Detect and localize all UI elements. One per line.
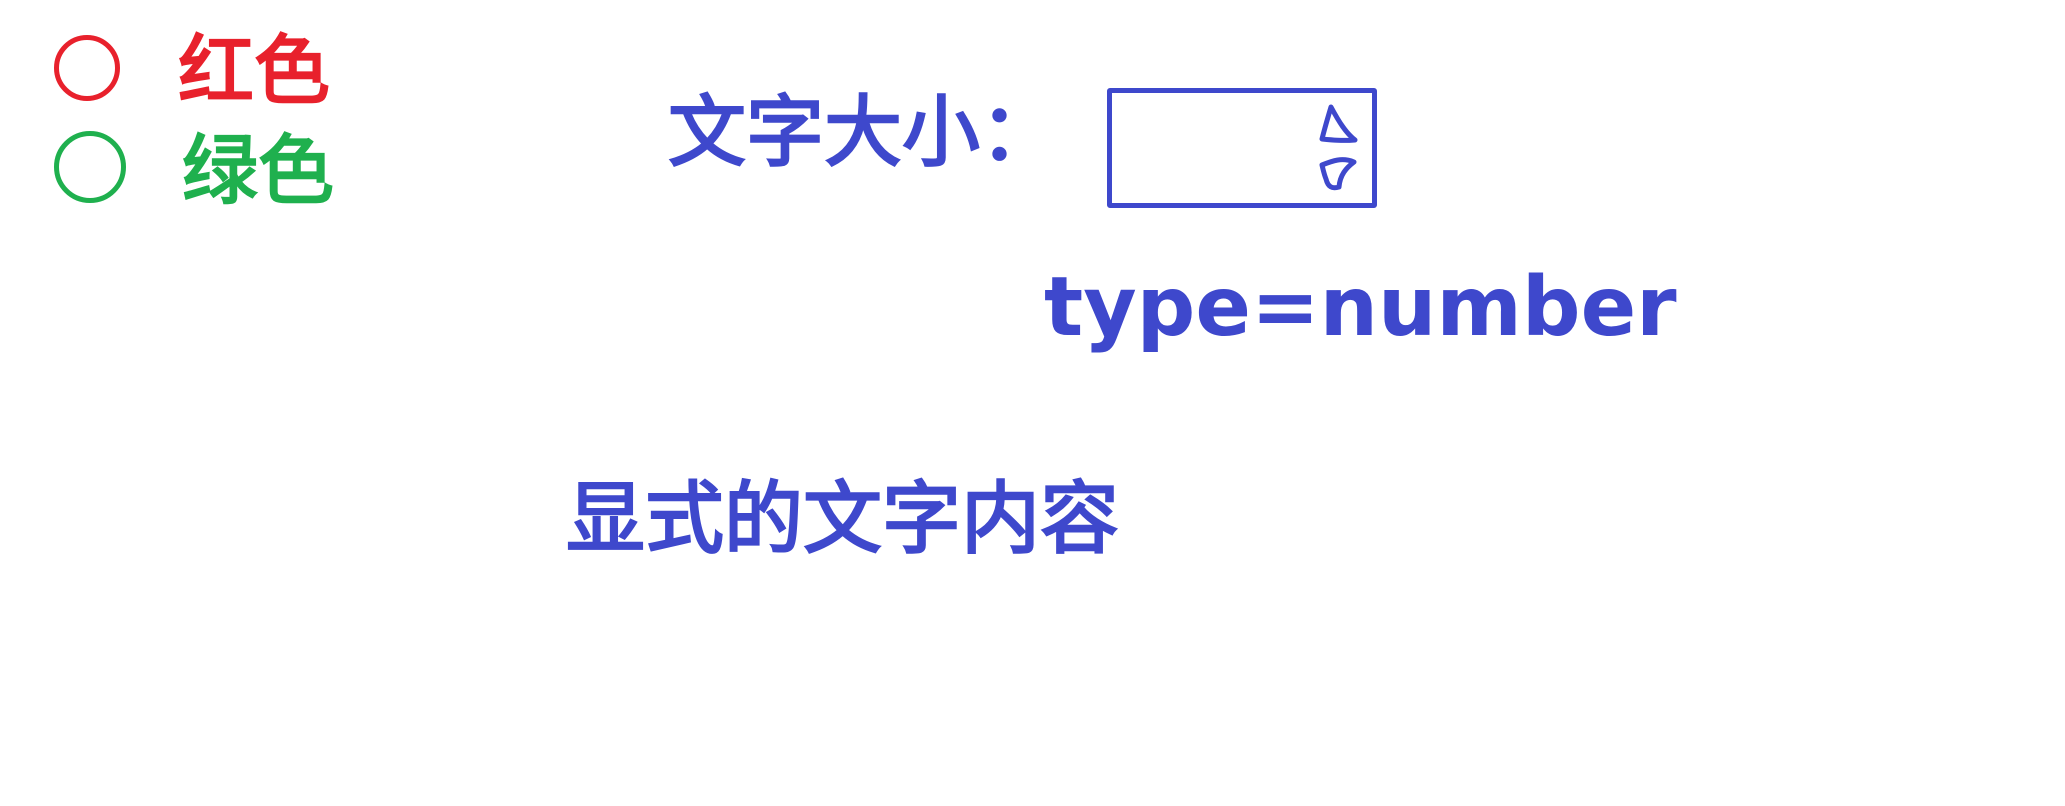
type-annotation: type=number xyxy=(1044,260,1677,355)
radio-option-green[interactable]: 绿色 xyxy=(54,126,354,215)
arrow-up-icon[interactable] xyxy=(1319,104,1358,143)
font-size-label: 文字大小： xyxy=(668,88,1059,178)
font-size-number-input[interactable] xyxy=(1107,88,1377,208)
spinner-arrows xyxy=(1319,104,1358,191)
display-text: 显式的文字内容 xyxy=(566,473,1119,565)
radio-label-green: 绿色 xyxy=(182,126,334,215)
page: { "colors": { "red": "#e8212c", "green":… xyxy=(0,0,2065,806)
radio-button-red[interactable] xyxy=(54,35,120,101)
radio-option-red[interactable]: 红色 xyxy=(54,26,354,115)
number-spinner[interactable] xyxy=(1318,103,1366,195)
radio-label-red: 红色 xyxy=(178,26,330,115)
arrow-down-icon[interactable] xyxy=(1319,157,1357,191)
radio-button-green[interactable] xyxy=(54,131,126,203)
